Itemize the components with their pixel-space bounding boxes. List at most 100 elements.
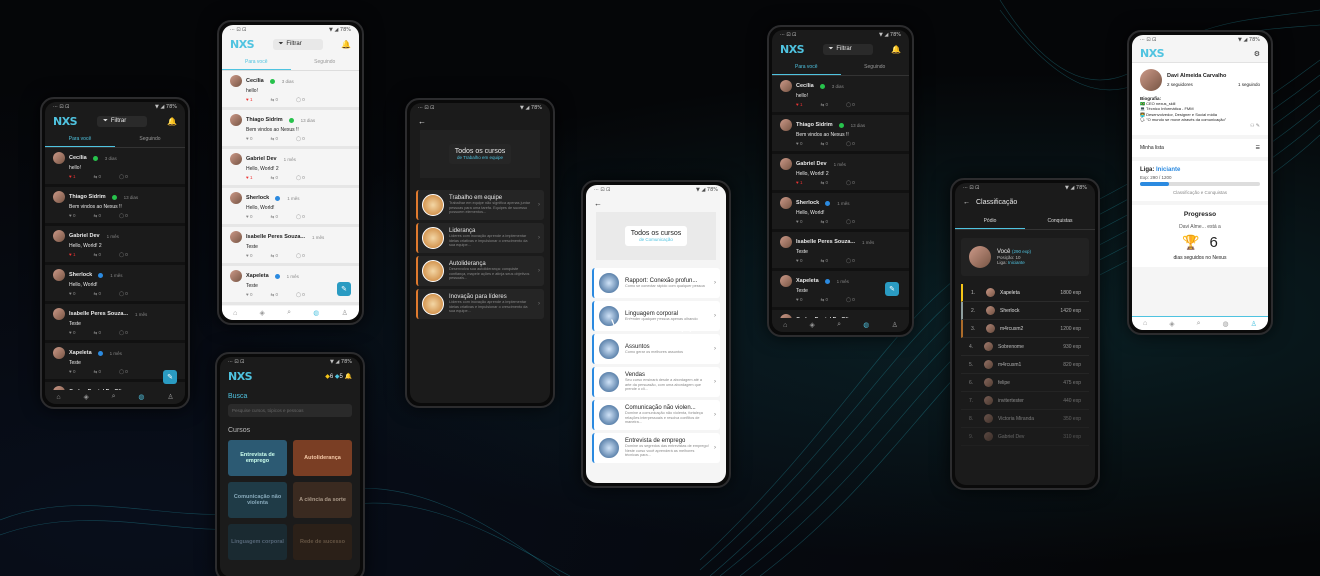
- course-item[interactable]: Autoliderança Desenvolva sua autolideranç…: [416, 256, 544, 286]
- bell-icon[interactable]: 🔔: [891, 45, 901, 54]
- feed-post[interactable]: Thiago Sidrim 13 dias Bem vindos ao Nexus …: [772, 115, 909, 154]
- post-author[interactable]: Sherlock: [796, 200, 819, 206]
- home-icon[interactable]: ⌂: [1143, 320, 1147, 327]
- repost-button[interactable]: ⇆ 0: [93, 174, 101, 180]
- like-button[interactable]: ♥ 1: [796, 102, 802, 108]
- comment-button[interactable]: ◯ 0: [846, 219, 855, 225]
- like-button[interactable]: ♥ 1: [246, 175, 252, 181]
- comment-button[interactable]: ◯ 0: [296, 175, 305, 181]
- tab-following[interactable]: Seguindo: [841, 60, 910, 75]
- like-button[interactable]: ♥ 0: [796, 141, 802, 147]
- course-item[interactable]: Entrevista de emprego Domine os segredos …: [592, 433, 720, 463]
- avatar[interactable]: [53, 347, 65, 359]
- tab-achievements[interactable]: Conquistas: [1025, 214, 1095, 229]
- ranking-row[interactable]: 3. m4rcusm2 1200 exp: [961, 320, 1089, 338]
- comment-button[interactable]: ◯ 0: [119, 213, 128, 219]
- ranking-row[interactable]: 8. Victoria Miranda 350 exp: [961, 410, 1089, 428]
- course-tile[interactable]: Linguagem corporal: [228, 524, 287, 560]
- new-post-button[interactable]: ✎: [337, 282, 351, 296]
- like-button[interactable]: ♥ 1: [69, 252, 75, 258]
- tab-for-you[interactable]: Para você: [222, 55, 291, 70]
- back-arrow-icon[interactable]: ←: [410, 113, 550, 130]
- my-list-row[interactable]: Minha lista ☰: [1132, 138, 1268, 157]
- like-button[interactable]: ♥ 0: [246, 136, 252, 142]
- filter-button[interactable]: ⏷ Filtrar: [822, 43, 873, 55]
- like-button[interactable]: ♥ 0: [246, 253, 252, 259]
- avatar[interactable]: [53, 230, 65, 242]
- repost-button[interactable]: ⇆ 0: [820, 297, 828, 303]
- avatar[interactable]: [780, 158, 792, 170]
- feed-post[interactable]: Isabelle Peres Souza... 1 mês Teste ♥ 0 ⇆ 0 ◯…: [222, 227, 359, 266]
- home-icon[interactable]: ⌂: [783, 322, 787, 329]
- like-button[interactable]: ♥ 0: [246, 214, 252, 220]
- repost-button[interactable]: ⇆ 0: [270, 175, 278, 181]
- like-button[interactable]: ♥ 0: [69, 291, 75, 297]
- avatar[interactable]: [53, 269, 65, 281]
- feed-post[interactable]: Sherlock 1 mês Hello, World! ♥ 0 ⇆ 0 ◯ 0: [222, 188, 359, 227]
- like-button[interactable]: ♥ 1: [69, 174, 75, 180]
- avatar[interactable]: [230, 75, 242, 87]
- comment-button[interactable]: ◯ 0: [846, 102, 855, 108]
- post-author[interactable]: Xapeleta: [69, 350, 92, 356]
- course-tile[interactable]: Comunicação não violenta: [228, 482, 287, 518]
- feed-post[interactable]: Cecília 3 dias hello! ♥ 1 ⇆ 0 ◯ 0: [222, 71, 359, 110]
- tab-for-you[interactable]: Para você: [772, 60, 841, 75]
- courses-icon[interactable]: ◈: [83, 393, 88, 401]
- repost-button[interactable]: ⇆ 0: [270, 97, 278, 103]
- tab-following[interactable]: Seguindo: [291, 55, 360, 70]
- avatar[interactable]: [780, 275, 792, 287]
- repost-button[interactable]: ⇆ 0: [93, 330, 101, 336]
- search-icon[interactable]: ⌕: [287, 309, 291, 317]
- feed-post[interactable]: Gabriel Dev 1 mês Hello, World! 2 ♥ 1 ⇆ 0 ◯ 0: [772, 154, 909, 193]
- repost-button[interactable]: ⇆ 0: [93, 369, 101, 375]
- like-button[interactable]: ♥ 0: [246, 292, 252, 298]
- course-item[interactable]: Inovação para líderes Líderes com inovaçã…: [416, 289, 544, 319]
- avatar[interactable]: [53, 152, 65, 164]
- comment-button[interactable]: ◯ 0: [119, 174, 128, 180]
- repost-button[interactable]: ⇆ 0: [93, 213, 101, 219]
- courses-icon[interactable]: ◈: [260, 309, 265, 317]
- course-item[interactable]: Rapport: Conexão profun... Como se conect…: [592, 268, 720, 298]
- comment-button[interactable]: ◯ 0: [846, 297, 855, 303]
- back-arrow-icon[interactable]: ←: [586, 195, 726, 212]
- avatar[interactable]: [230, 270, 242, 282]
- tab-podium[interactable]: Pódio: [955, 214, 1025, 229]
- feed-post[interactable]: Gabriel Dev 1 mês Hello, World! 2 ♥ 1 ⇆ 0 ◯ 0: [45, 226, 185, 265]
- course-item[interactable]: Vendas Seu curso ensinará desde a abordag…: [592, 367, 720, 397]
- feed-post[interactable]: Thiago Sidrim 13 dias Bem vindos ao Nexus …: [45, 187, 185, 226]
- avatar[interactable]: [780, 80, 792, 92]
- post-author[interactable]: Isabelle Peres Souza...: [796, 239, 855, 245]
- feed-post[interactable]: Cecília 3 dias hello! ♥ 1 ⇆ 0 ◯ 0: [772, 76, 909, 115]
- profile-icon[interactable]: ♙: [892, 321, 898, 329]
- feed-post[interactable]: Thiago Sidrim 13 dias Bem vindos ao Nexus …: [222, 110, 359, 149]
- globe-icon[interactable]: ◍: [863, 321, 869, 329]
- feed-post[interactable]: Isabelle Peres Souza... 1 mês Teste ♥ 0 ⇆ 0 ◯…: [772, 232, 909, 271]
- feed-post[interactable]: Gabriel Dev 1 mês Hello, World! 2 ♥ 1 ⇆ 0 ◯ 0: [222, 149, 359, 188]
- comment-button[interactable]: ◯ 0: [296, 97, 305, 103]
- feed-post[interactable]: Cecília 3 dias hello! ♥ 1 ⇆ 0 ◯ 0: [45, 148, 185, 187]
- repost-button[interactable]: ⇆ 0: [820, 102, 828, 108]
- profile-icon[interactable]: ♙: [1251, 320, 1257, 328]
- repost-button[interactable]: ⇆ 0: [270, 214, 278, 220]
- avatar[interactable]: [230, 153, 242, 165]
- repost-button[interactable]: ⇆ 0: [93, 252, 101, 258]
- post-author[interactable]: Gabriel Dev: [69, 233, 100, 239]
- avatar[interactable]: [780, 197, 792, 209]
- tab-following[interactable]: Seguindo: [115, 132, 185, 147]
- tab-for-you[interactable]: Para você: [45, 132, 115, 147]
- ranking-row[interactable]: 1. Xapeleta 1800 exp: [961, 284, 1089, 302]
- comment-button[interactable]: ◯ 0: [296, 253, 305, 259]
- comment-button[interactable]: ◯ 0: [296, 214, 305, 220]
- new-post-button[interactable]: ✎: [163, 370, 177, 384]
- bell-icon[interactable]: 🔔: [167, 117, 177, 126]
- comment-button[interactable]: ◯ 0: [846, 258, 855, 264]
- post-author[interactable]: Gabriel Dev: [796, 161, 827, 167]
- search-icon[interactable]: ⌕: [837, 321, 841, 329]
- post-author[interactable]: Cecília: [796, 83, 814, 89]
- post-author[interactable]: Cecília: [69, 155, 87, 161]
- repost-button[interactable]: ⇆ 0: [270, 292, 278, 298]
- courses-icon[interactable]: ◈: [810, 321, 815, 329]
- repost-button[interactable]: ⇆ 0: [820, 141, 828, 147]
- globe-icon[interactable]: ◍: [138, 393, 144, 401]
- followers-count[interactable]: 2 seguidores: [1167, 82, 1193, 87]
